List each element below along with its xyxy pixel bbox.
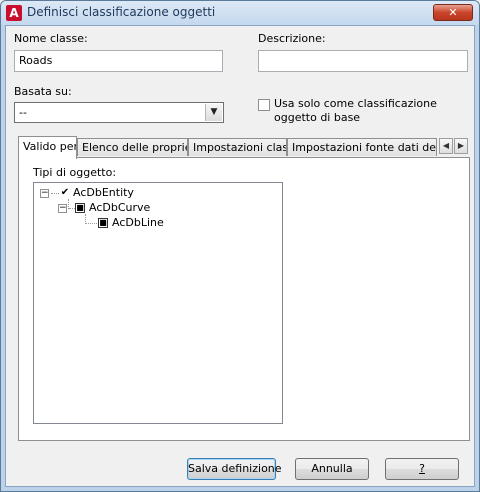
tab-valid-for[interactable]: Valido per (18, 136, 77, 159)
tab-object-data-source[interactable]: Impostazioni fonte dati dell'oggetto (287, 138, 437, 156)
class-name-field[interactable]: Roads (14, 50, 223, 72)
object-types-tree[interactable]: − ✔ AcDbEntity − ■ AcDbCurve ■ AcDbLine (33, 182, 283, 424)
partial-check-icon[interactable]: ■ (98, 218, 108, 228)
help-button[interactable]: ? (385, 458, 459, 480)
tree-connector (85, 223, 97, 224)
based-on-label: Basata su: (14, 85, 72, 98)
tab-class-settings[interactable]: Impostazioni classe (188, 138, 287, 156)
save-definition-button[interactable]: Salva definizione (187, 458, 282, 480)
tree-item-label: AcDbCurve (89, 201, 151, 214)
tree-item-label: AcDbEntity (73, 186, 134, 199)
description-label: Descrizione: (258, 32, 326, 45)
tab-property-list[interactable]: Elenco delle proprietà (77, 138, 188, 156)
based-on-combobox[interactable]: -- ▼ (14, 102, 224, 123)
dialog-title: Definisci classificazione oggetti (27, 5, 216, 19)
tree-item-acdbentity[interactable]: − ✔ AcDbEntity (40, 186, 160, 200)
class-name-label: Nome classe: (14, 32, 88, 45)
checkmark-icon[interactable]: ✔ (60, 188, 70, 198)
autocad-logo-icon[interactable]: A (6, 5, 22, 21)
arrow-left-icon[interactable]: ◀ (439, 138, 453, 154)
base-only-checkbox[interactable] (258, 99, 270, 111)
arrow-right-icon[interactable]: ▶ (454, 138, 468, 154)
description-field[interactable] (258, 50, 468, 72)
cancel-button[interactable]: Annulla (295, 458, 369, 480)
close-button[interactable]: ✕ (433, 4, 473, 21)
object-types-label: Tipi di oggetto: (33, 166, 117, 179)
chevron-down-icon[interactable]: ▼ (205, 104, 222, 121)
base-only-label: Usa solo come classificazione oggetto di… (274, 97, 437, 124)
based-on-value: -- (19, 106, 27, 119)
dialog-client-area: Nome classe: Roads Descrizione: Basata s… (5, 25, 475, 487)
tree-item-label: AcDbLine (112, 216, 164, 229)
tab-strip: Valido per Elenco delle proprietà Impost… (18, 136, 470, 159)
partial-check-icon[interactable]: ■ (75, 203, 85, 213)
tab-panel-valid-for: Tipi di oggetto: − ✔ AcDbEntity − ■ AcDb… (18, 157, 470, 441)
tree-item-acdbcurve[interactable]: − ■ AcDbCurve (58, 201, 178, 215)
tree-item-acdbline[interactable]: ■ AcDbLine (98, 216, 218, 230)
title-bar[interactable]: A Definisci classificazione oggetti ✕ (1, 1, 479, 25)
dialog-window: A Definisci classificazione oggetti ✕ No… (0, 0, 480, 492)
collapse-icon[interactable]: − (58, 204, 67, 213)
collapse-icon[interactable]: − (40, 189, 49, 198)
